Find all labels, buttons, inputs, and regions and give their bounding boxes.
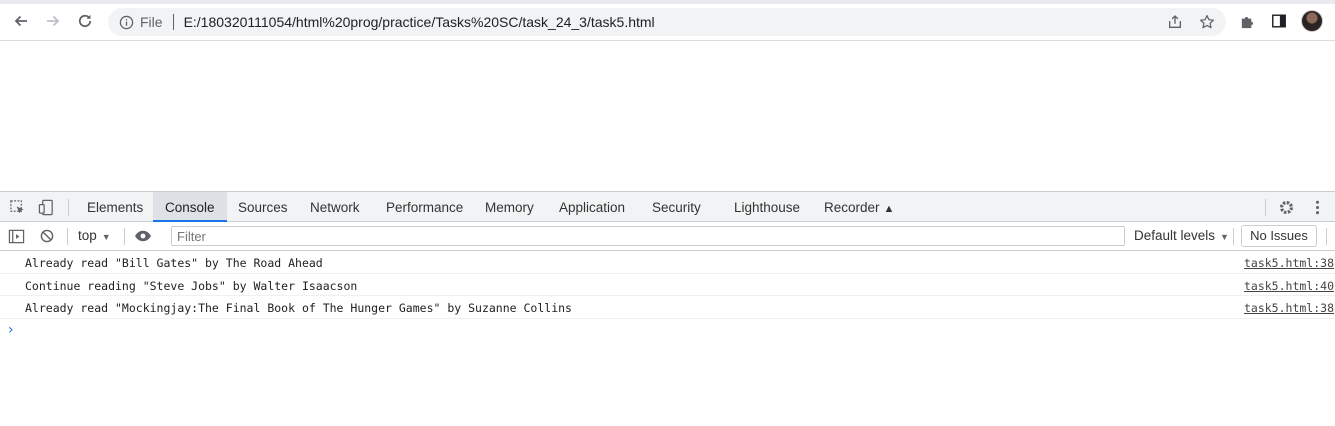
log-levels-dropdown[interactable]: Default levels ▼ bbox=[1134, 228, 1229, 243]
devtools-panel: Elements Console Sources Network Perform… bbox=[0, 191, 1335, 426]
toolbar-divider bbox=[67, 228, 68, 245]
console-prompt[interactable]: › bbox=[0, 319, 1335, 343]
context-selector[interactable]: top ▼ bbox=[78, 228, 111, 243]
info-icon[interactable] bbox=[118, 14, 134, 30]
device-toolbar-icon[interactable] bbox=[37, 198, 55, 216]
console-message: Already read "Bill Gates" by The Road Ah… bbox=[0, 251, 1335, 274]
extensions-icon[interactable] bbox=[1236, 10, 1258, 32]
console-filter-input[interactable] bbox=[171, 226, 1125, 246]
console-message-source-link[interactable]: task5.html:38 bbox=[1244, 256, 1334, 270]
console-message-source-link[interactable]: task5.html:38 bbox=[1244, 301, 1334, 315]
toolbar-divider bbox=[1233, 228, 1234, 245]
console-message-text: Already read "Bill Gates" by The Road Ah… bbox=[25, 256, 323, 270]
toolbar-divider bbox=[1265, 199, 1266, 216]
tab-performance[interactable]: Performance bbox=[374, 192, 475, 222]
url-text[interactable]: E:/180320111054/html%20prog/practice/Tas… bbox=[184, 14, 655, 30]
inspect-element-icon[interactable] bbox=[8, 198, 26, 216]
address-bar[interactable]: File E:/180320111054/html%20prog/practic… bbox=[108, 8, 1226, 36]
clear-console-icon[interactable] bbox=[38, 227, 56, 245]
reload-icon[interactable] bbox=[72, 8, 98, 34]
tab-application[interactable]: Application bbox=[547, 192, 637, 222]
tab-elements[interactable]: Elements bbox=[75, 192, 155, 222]
more-options-icon[interactable] bbox=[1308, 198, 1326, 216]
tab-console[interactable]: Console bbox=[153, 192, 227, 222]
eye-icon[interactable] bbox=[134, 227, 152, 245]
console-message: Continue reading "Steve Jobs" by Walter … bbox=[0, 274, 1335, 296]
tab-security[interactable]: Security bbox=[640, 192, 713, 222]
forward-arrow-icon[interactable] bbox=[40, 8, 66, 34]
show-sidebar-icon[interactable] bbox=[7, 227, 25, 245]
log-levels-label: Default levels bbox=[1134, 228, 1216, 243]
tab-recorder[interactable]: Recorder ▲ bbox=[812, 192, 906, 222]
experiment-flask-icon: ▲ bbox=[883, 203, 895, 215]
tab-recorder-label: Recorder bbox=[824, 200, 880, 215]
toolbar-divider bbox=[1326, 228, 1327, 245]
star-icon[interactable] bbox=[1198, 13, 1216, 31]
profile-avatar[interactable] bbox=[1301, 10, 1323, 32]
context-label: top bbox=[78, 228, 97, 243]
tab-memory[interactable]: Memory bbox=[473, 192, 546, 222]
console-message-text: Continue reading "Steve Jobs" by Walter … bbox=[25, 278, 358, 293]
issues-button[interactable]: No Issues bbox=[1241, 225, 1317, 247]
tab-network[interactable]: Network bbox=[298, 192, 372, 222]
security-label: File bbox=[140, 14, 163, 30]
back-arrow-icon[interactable] bbox=[8, 8, 34, 34]
console-message-source-link[interactable]: task5.html:40 bbox=[1244, 279, 1334, 293]
console-message: Already read "Mockingjay:The Final Book … bbox=[0, 296, 1335, 319]
toolbar-divider bbox=[124, 228, 125, 245]
tab-sources[interactable]: Sources bbox=[226, 192, 300, 222]
side-panel-icon[interactable] bbox=[1268, 10, 1290, 32]
dropdown-arrow-icon: ▼ bbox=[1220, 232, 1229, 242]
omnibox-separator bbox=[172, 14, 174, 30]
toolbar-divider bbox=[68, 199, 69, 216]
tab-strip-edge bbox=[0, 0, 1335, 4]
tab-lighthouse[interactable]: Lighthouse bbox=[722, 192, 812, 222]
console-output: Already read "Bill Gates" by The Road Ah… bbox=[0, 251, 1335, 343]
console-message-text: Already read "Mockingjay:The Final Book … bbox=[25, 301, 572, 315]
devtools-tab-bar: Elements Console Sources Network Perform… bbox=[0, 192, 1335, 222]
console-filter-bar: top ▼ Default levels ▼ No Issues bbox=[0, 222, 1335, 251]
prompt-chevron-icon: › bbox=[8, 321, 14, 338]
gear-icon[interactable] bbox=[1277, 198, 1295, 216]
dropdown-arrow-icon: ▼ bbox=[101, 232, 111, 242]
share-icon[interactable] bbox=[1166, 13, 1184, 31]
browser-toolbar: File E:/180320111054/html%20prog/practic… bbox=[0, 0, 1335, 41]
